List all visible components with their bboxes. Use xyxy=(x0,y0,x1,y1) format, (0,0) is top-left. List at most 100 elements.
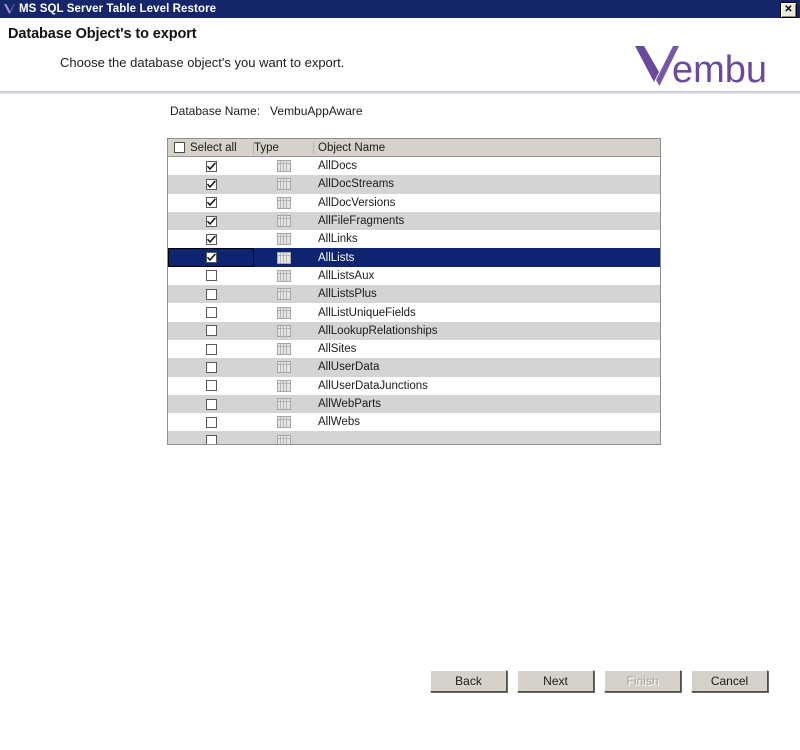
select-all-header[interactable]: Select all xyxy=(168,141,254,154)
row-checkbox[interactable] xyxy=(205,307,217,319)
next-button[interactable]: Next xyxy=(517,670,594,692)
back-button[interactable]: Back xyxy=(430,670,507,692)
row-object-name-cell: AllFileFragments xyxy=(314,215,660,227)
page-subtitle: Choose the database object's you want to… xyxy=(60,55,345,70)
table-row[interactable]: AllWebs xyxy=(168,413,660,431)
row-type-cell xyxy=(254,343,314,356)
row-select-cell[interactable] xyxy=(168,307,254,319)
row-select-cell[interactable] xyxy=(168,178,254,190)
row-checkbox[interactable] xyxy=(205,325,217,337)
row-select-cell[interactable] xyxy=(168,197,254,209)
row-checkbox[interactable] xyxy=(205,270,217,282)
object-name-label: AllDocs xyxy=(318,160,357,173)
row-checkbox[interactable] xyxy=(205,435,217,444)
table-row[interactable]: AllListUniqueFields xyxy=(168,303,660,321)
row-type-cell xyxy=(254,160,314,173)
table-row[interactable]: AllDocStreams xyxy=(168,175,660,194)
table-row[interactable]: AllFileFragments xyxy=(168,211,660,231)
row-type-cell xyxy=(254,178,314,191)
table-row[interactable]: AllWebParts xyxy=(168,394,660,414)
table-grid-icon xyxy=(277,288,291,301)
select-all-checkbox[interactable] xyxy=(174,142,185,153)
cancel-button[interactable]: Cancel xyxy=(691,670,768,692)
row-checkbox[interactable] xyxy=(205,160,217,172)
table-grid-icon xyxy=(277,434,291,444)
table-row[interactable]: AllListsPlus xyxy=(168,285,660,304)
row-select-cell[interactable] xyxy=(168,343,254,355)
row-object-name-cell: AllDocVersions xyxy=(314,197,660,209)
table-grid-icon xyxy=(277,196,291,209)
table-row[interactable]: AllUserData xyxy=(168,358,660,377)
table-grid-icon xyxy=(277,306,291,319)
table-grid-icon xyxy=(277,343,291,356)
table-row[interactable]: AllLookupRelationships xyxy=(168,321,660,340)
row-checkbox[interactable] xyxy=(205,380,217,392)
table-row[interactable]: AllListsAux xyxy=(168,267,660,285)
row-select-cell[interactable] xyxy=(168,233,254,245)
row-type-cell xyxy=(254,269,314,282)
row-checkbox[interactable] xyxy=(205,197,217,209)
row-select-cell[interactable] xyxy=(168,160,254,172)
row-checkbox[interactable] xyxy=(205,233,217,245)
row-checkbox[interactable] xyxy=(205,288,217,300)
row-checkbox[interactable] xyxy=(205,252,217,264)
table-row[interactable]: AllSites xyxy=(168,340,660,358)
row-select-cell[interactable] xyxy=(168,248,254,267)
object-name-label: AllFileFragments xyxy=(318,215,405,228)
object-name-label: AllDocVersions xyxy=(318,196,396,209)
table-row[interactable]: AllDocVersions xyxy=(168,194,660,212)
page-header: Database Object's to export Choose the d… xyxy=(0,18,800,92)
table-row[interactable]: AllLists xyxy=(168,248,660,267)
row-select-cell[interactable] xyxy=(168,435,254,444)
table-grid-icon xyxy=(277,361,291,374)
table-row[interactable]: AllUserDataJunctions xyxy=(168,377,660,395)
database-name-row: Database Name: VembuAppAware xyxy=(170,104,363,118)
object-name-column-header[interactable]: Object Name xyxy=(314,142,660,154)
svg-text:embu: embu xyxy=(672,49,767,90)
row-select-cell[interactable] xyxy=(168,288,254,300)
row-select-cell[interactable] xyxy=(168,215,254,227)
table-grid-icon xyxy=(277,269,291,282)
table-grid-icon xyxy=(277,233,291,246)
row-select-cell[interactable] xyxy=(168,416,254,428)
row-checkbox[interactable] xyxy=(205,398,217,410)
object-name-label: AllLists xyxy=(318,251,355,264)
row-checkbox[interactable] xyxy=(205,178,217,190)
database-name-value: VembuAppAware xyxy=(270,104,363,118)
table-row[interactable]: AllLinks xyxy=(168,230,660,248)
object-name-label: AllListsPlus xyxy=(318,288,377,301)
row-checkbox[interactable] xyxy=(205,361,217,373)
row-checkbox[interactable] xyxy=(205,215,217,227)
row-type-cell xyxy=(254,251,314,264)
table-grid-icon xyxy=(277,215,291,228)
row-type-cell xyxy=(254,434,314,444)
type-header-label: Type xyxy=(254,141,279,154)
row-select-cell[interactable] xyxy=(168,270,254,282)
object-name-label: AllListUniqueFields xyxy=(318,306,416,319)
object-name-header-label: Object Name xyxy=(318,141,386,154)
table-row[interactable] xyxy=(168,431,660,444)
row-type-cell xyxy=(254,288,314,301)
close-button[interactable]: ✕ xyxy=(780,2,797,18)
row-object-name-cell: AllListsAux xyxy=(314,270,660,282)
row-checkbox[interactable] xyxy=(205,416,217,428)
type-column-header[interactable]: Type xyxy=(254,141,314,154)
object-name-label: AllSites xyxy=(318,343,357,356)
dialog-footer: Back Next Finish Cancel xyxy=(0,670,800,750)
row-type-cell xyxy=(254,306,314,319)
row-select-cell[interactable] xyxy=(168,398,254,410)
row-object-name-cell: AllWebs xyxy=(314,416,660,428)
table-grid-icon xyxy=(277,379,291,392)
row-select-cell[interactable] xyxy=(168,361,254,373)
vembu-v-icon xyxy=(2,1,18,17)
row-select-cell[interactable] xyxy=(168,325,254,337)
row-object-name-cell: AllSites xyxy=(314,343,660,355)
row-object-name-cell: AllDocs xyxy=(314,160,660,172)
row-select-cell[interactable] xyxy=(168,380,254,392)
row-checkbox[interactable] xyxy=(205,343,217,355)
database-name-label: Database Name: xyxy=(170,104,261,118)
table-grid-icon xyxy=(277,398,291,410)
row-object-name-cell: AllLookupRelationships xyxy=(314,325,660,337)
table-row[interactable]: AllDocs xyxy=(168,157,660,175)
object-grid: Select all Type Object Name AllDocs AllDo… xyxy=(167,138,661,445)
